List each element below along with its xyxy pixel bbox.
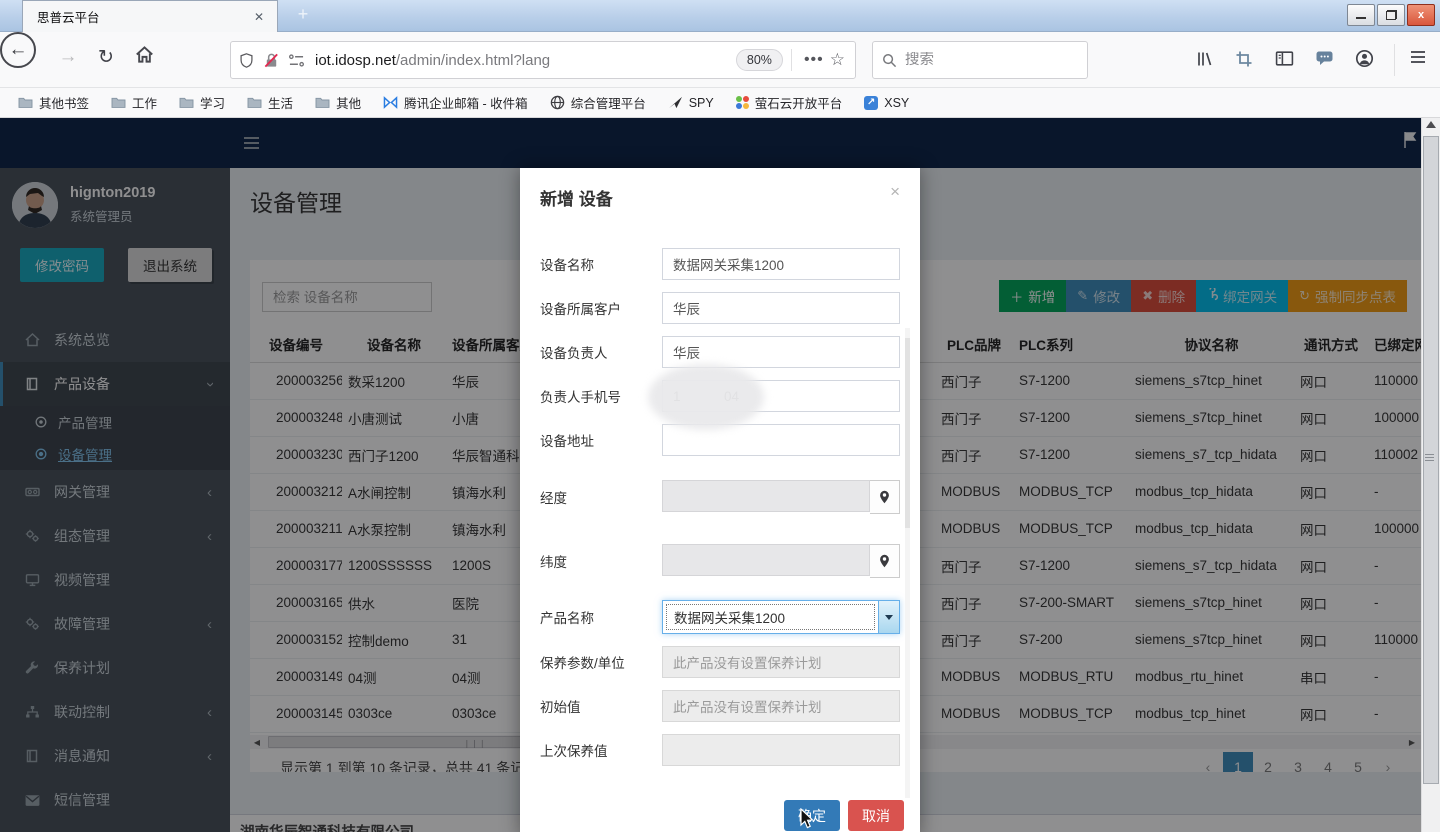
new-tab-button[interactable]: + (290, 4, 316, 25)
sidebar-toggle-button[interactable] (1264, 50, 1304, 72)
account-icon (1355, 49, 1374, 68)
customer-input[interactable]: 华辰 (662, 292, 900, 324)
cancel-button[interactable]: 取消 (848, 800, 904, 831)
folder-icon (111, 96, 126, 109)
modal-scrollbar[interactable] (905, 328, 910, 798)
longitude-input (662, 480, 870, 512)
chat-extension-button[interactable] (1304, 50, 1344, 72)
pick-latitude-button[interactable] (870, 544, 900, 578)
zoom-level-badge[interactable]: 80% (736, 49, 783, 71)
search-input[interactable] (905, 52, 1055, 68)
field-device-name: 设备名称 数据网关采集1200 (540, 248, 900, 280)
page-scrollbar[interactable] (1421, 118, 1440, 832)
map-pin-icon (879, 554, 890, 568)
dart-icon (668, 96, 683, 109)
ezviz-icon (736, 96, 749, 109)
field-initial-value: 初始值 此产品没有设置保养计划 (540, 690, 900, 722)
tencent-mail-icon (383, 96, 398, 109)
bookmark-folder-work[interactable]: 工作 (111, 93, 157, 112)
tab-close-icon[interactable]: ✕ (249, 8, 269, 26)
library-button[interactable] (1184, 50, 1224, 73)
sidebar-icon (1275, 50, 1294, 67)
shield-icon (239, 52, 254, 69)
bookmark-folder-study[interactable]: 学习 (179, 93, 225, 112)
bookmark-mgmt-platform[interactable]: 综合管理平台 (550, 93, 646, 112)
map-pin-icon (879, 490, 890, 504)
xsy-icon: ↗ (864, 96, 878, 110)
app-viewport: hignton2019 系统管理员 修改密码 退出系统 系统总览 产品设备 ‹ (0, 118, 1421, 832)
bookmark-star-icon[interactable]: ☆ (830, 50, 845, 70)
close-icon: x (1418, 9, 1424, 21)
caret-down-icon (885, 615, 893, 620)
window-restore-button[interactable] (1377, 4, 1405, 26)
home-icon (135, 45, 154, 64)
url-text: iot.idosp.net/admin/index.html?lang (315, 52, 736, 69)
url-bar[interactable]: iot.idosp.net/admin/index.html?lang 80% … (230, 41, 856, 79)
tab-title: 思普云平台 (37, 7, 249, 26)
pick-longitude-button[interactable] (870, 480, 900, 514)
folder-icon (315, 96, 330, 109)
mouse-cursor (800, 808, 816, 832)
field-longitude: 经度 (540, 480, 900, 514)
folder-icon (247, 96, 262, 109)
browser-toolbar: ← → ↻ iot.idosp.net/admin/index.html?lan… (0, 32, 1440, 88)
product-select[interactable]: 数据网关采集1200 (662, 600, 900, 634)
browser-titlebar: 思普云平台 ✕ + x (0, 0, 1440, 32)
bookmark-spy[interactable]: SPY (668, 96, 714, 110)
globe-icon (550, 95, 565, 110)
select-arrow-button[interactable] (878, 601, 899, 633)
restore-icon (1386, 10, 1397, 20)
search-bar[interactable] (872, 41, 1088, 79)
menu-button[interactable] (1398, 49, 1438, 70)
latitude-input (662, 544, 870, 576)
crop-icon (1235, 50, 1253, 68)
permissions-icon (288, 53, 305, 68)
lock-insecure-icon (263, 52, 280, 69)
search-icon (882, 53, 897, 68)
window-minimize-button[interactable] (1347, 4, 1375, 26)
field-latitude: 纬度 (540, 544, 900, 578)
bookmark-tencent-mail[interactable]: 腾讯企业邮箱 - 收件箱 (383, 93, 528, 112)
modal-title: 新增 设备 (540, 185, 613, 210)
bookmark-ezviz[interactable]: 萤石云开放平台 (736, 93, 843, 112)
window-close-button[interactable]: x (1407, 4, 1435, 26)
owner-input[interactable]: 华辰 (662, 336, 900, 368)
bookmark-folder-life[interactable]: 生活 (247, 93, 293, 112)
hamburger-icon (1409, 49, 1427, 65)
scroll-up-icon[interactable] (1426, 121, 1436, 128)
page-actions-icon[interactable]: ••• (804, 51, 824, 69)
clip-tool-button[interactable] (1224, 50, 1264, 73)
field-last-maintain: 上次保养值 (540, 734, 900, 766)
maintain-param-input: 此产品没有设置保养计划 (662, 646, 900, 678)
privacy-blur (648, 364, 764, 430)
initial-value-input: 此产品没有设置保养计划 (662, 690, 900, 722)
folder-icon (18, 96, 33, 109)
bookmark-folder-misc[interactable]: 其他 (315, 93, 361, 112)
add-device-modal: 新增 设备 × 设备名称 数据网关采集1200 设备所属客户 华辰 设备负责人 … (520, 168, 920, 832)
field-customer: 设备所属客户 华辰 (540, 292, 900, 324)
home-button[interactable] (130, 45, 158, 70)
bookmark-xsy[interactable]: ↗XSY (864, 96, 909, 110)
field-product: 产品名称 数据网关采集1200 (540, 600, 900, 634)
speech-bubble-icon (1315, 50, 1334, 67)
device-name-input[interactable]: 数据网关采集1200 (662, 248, 900, 280)
bookmark-folder-other[interactable]: 其他书签 (18, 93, 89, 112)
screen: 思普云平台 ✕ + x ← → ↻ (0, 0, 1440, 832)
account-button[interactable] (1344, 49, 1384, 73)
reload-button[interactable]: ↻ (92, 46, 120, 69)
library-icon (1195, 50, 1214, 68)
folder-icon (179, 96, 194, 109)
field-owner: 设备负责人 华辰 (540, 336, 900, 368)
minimize-icon (1356, 12, 1366, 19)
last-maintain-input (662, 734, 900, 766)
back-button[interactable]: ← (0, 32, 36, 68)
field-maintain-param: 保养参数/单位 此产品没有设置保养计划 (540, 646, 900, 678)
modal-close-icon[interactable]: × (890, 185, 900, 210)
forward-button[interactable]: → (54, 46, 82, 68)
bookmarks-bar: 其他书签 工作 学习 生活 其他 腾讯企业邮箱 - 收件箱 综合管理平台 SPY… (0, 88, 1440, 118)
browser-tab[interactable]: 思普云平台 ✕ (22, 0, 278, 32)
